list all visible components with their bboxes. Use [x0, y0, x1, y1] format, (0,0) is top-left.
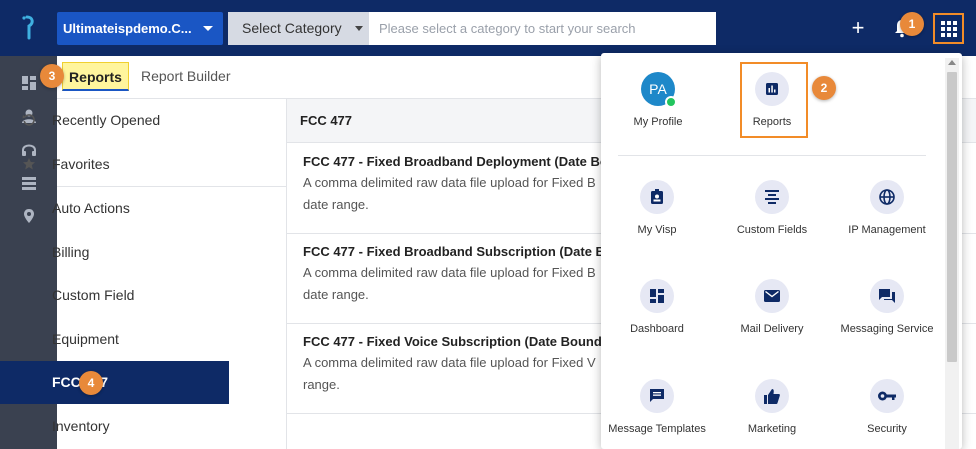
history-icon — [22, 114, 35, 126]
fields-icon — [755, 180, 789, 214]
avatar: PA — [641, 72, 677, 108]
app-custom-fields[interactable]: Custom Fields — [717, 180, 827, 238]
category-recently-opened[interactable]: Recently Opened — [0, 99, 229, 142]
category-label: Custom Field — [52, 287, 135, 303]
divider — [618, 155, 926, 156]
step-badge-2: 2 — [812, 76, 836, 100]
add-button[interactable]: + — [848, 16, 868, 40]
report-description: A comma delimited raw data file upload f… — [303, 175, 596, 212]
badge-icon — [640, 180, 674, 214]
app-ip-management[interactable]: IP Management — [832, 180, 942, 238]
app-marketing[interactable]: Marketing — [717, 379, 827, 437]
category-label: Recently Opened — [52, 112, 161, 128]
category-label: Inventory — [52, 418, 110, 434]
avatar-initials: PA — [649, 81, 667, 97]
app-logo[interactable] — [18, 14, 40, 40]
chevron-down-icon — [355, 26, 363, 31]
tab-reports[interactable]: Reports — [62, 62, 129, 91]
dashboard-icon[interactable] — [21, 75, 37, 91]
app-my-visp[interactable]: My Visp — [602, 180, 712, 238]
thumbs-up-icon — [755, 379, 789, 413]
category-custom-field[interactable]: Custom Field — [0, 274, 229, 317]
app-label: Dashboard — [630, 323, 684, 335]
category-equipment[interactable]: Equipment — [0, 318, 229, 361]
organization-name: Ultimateispdemo.C... — [63, 21, 192, 36]
app-label: IP Management — [848, 224, 926, 236]
mail-icon — [755, 279, 789, 313]
category-favorites[interactable]: Favorites — [0, 143, 229, 186]
category-fcc-477[interactable]: FCC 477 — [0, 361, 229, 404]
category-label: Auto Actions — [52, 200, 130, 216]
app-my-profile[interactable]: PA My Profile — [603, 72, 713, 130]
chevron-down-icon — [203, 26, 213, 31]
app-label: Messaging Service — [840, 323, 934, 335]
app-security[interactable]: Security — [832, 379, 942, 437]
star-icon — [23, 158, 35, 170]
app-label: My Profile — [633, 116, 683, 128]
step-badge-4: 4 — [79, 371, 103, 395]
scrollbar-thumb[interactable] — [947, 72, 957, 362]
category-inventory[interactable]: Inventory — [0, 405, 229, 448]
report-description: A comma delimited raw data file upload f… — [303, 355, 596, 392]
apps-grid-button[interactable] — [933, 13, 964, 44]
app-label: Security — [867, 423, 907, 435]
category-billing[interactable]: Billing — [0, 231, 229, 274]
app-message-templates[interactable]: Message Templates — [602, 379, 712, 437]
app-label: Marketing — [747, 423, 797, 435]
forum-icon — [870, 279, 904, 313]
category-label: Billing — [52, 244, 90, 260]
scroll-up-arrow-icon[interactable] — [948, 60, 956, 65]
category-label: Favorites — [52, 156, 110, 172]
app-label: My Visp — [637, 224, 677, 236]
app-label: Mail Delivery — [740, 323, 804, 335]
key-icon — [870, 379, 904, 413]
category-label: Equipment — [52, 331, 119, 347]
step-badge-3: 3 — [40, 64, 64, 88]
search-input[interactable] — [369, 12, 716, 45]
online-status-dot — [665, 96, 677, 108]
dashboard-icon — [640, 279, 674, 313]
report-description: A comma delimited raw data file upload f… — [303, 265, 596, 302]
step-badge-1: 1 — [900, 12, 924, 36]
app-messaging-service[interactable]: Messaging Service — [832, 279, 942, 337]
app-label: Custom Fields — [736, 224, 808, 236]
category-select-label: Select Category — [242, 20, 342, 36]
category-select[interactable]: Select Category — [228, 12, 369, 45]
app-mail-delivery[interactable]: Mail Delivery — [717, 279, 827, 337]
category-auto-actions[interactable]: Auto Actions — [0, 187, 229, 230]
globe-icon — [870, 180, 904, 214]
app-dashboard[interactable]: Dashboard — [602, 279, 712, 337]
reports-highlight-box — [740, 62, 808, 138]
organization-select[interactable]: Ultimateispdemo.C... — [57, 12, 223, 45]
tab-report-builder[interactable]: Report Builder — [141, 62, 231, 91]
message-icon — [640, 379, 674, 413]
app-label: Message Templates — [608, 423, 706, 435]
apps-grid-icon — [940, 20, 957, 37]
